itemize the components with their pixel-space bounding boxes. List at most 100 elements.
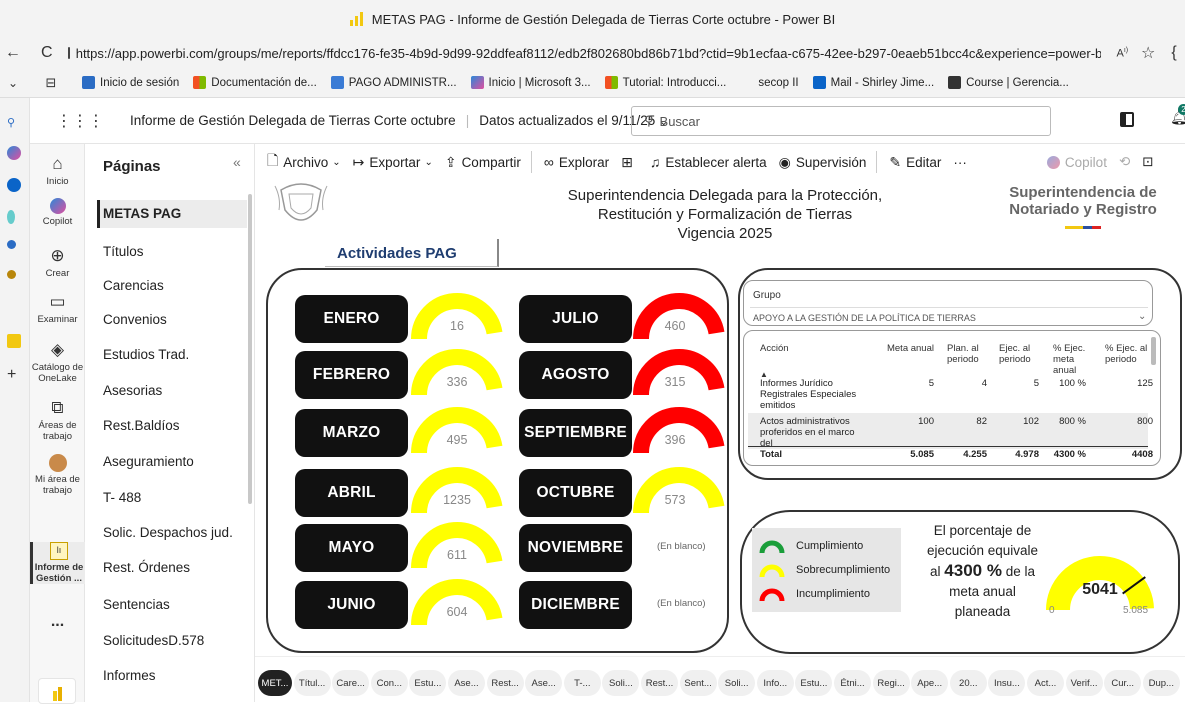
add-icon[interactable]: + — [7, 367, 21, 383]
page-tab[interactable]: MET... — [258, 670, 292, 696]
file-menu-button[interactable]: 🗋︎ Archivo ⌄ — [267, 150, 341, 174]
back-icon[interactable]: ← — [2, 44, 24, 62]
nav-workspaces[interactable]: ⧉ Áreas de trabajo — [30, 398, 85, 442]
page-tab[interactable]: Care... — [332, 670, 370, 696]
page-tab[interactable]: Étni... — [834, 670, 871, 696]
page-tab[interactable]: Act... — [1027, 670, 1064, 696]
favorite-star-icon[interactable]: ☆ — [1137, 43, 1159, 63]
copilot-button[interactable]: Copilot — [1046, 155, 1107, 170]
page-item[interactable]: Convenios — [103, 312, 167, 327]
page-item[interactable]: Rest. Órdenes — [103, 560, 190, 575]
page-tab[interactable]: Info... — [756, 670, 794, 696]
page-tab[interactable]: Verif... — [1065, 670, 1103, 696]
pages-scrollbar[interactable] — [248, 194, 252, 504]
page-item[interactable]: Informes — [103, 668, 156, 683]
bookmark-pago-administr[interactable]: PAGO ADMINISTR... — [330, 76, 457, 89]
page-item[interactable]: Títulos — [103, 244, 144, 259]
powerbi-icon[interactable] — [7, 334, 21, 348]
page-item[interactable]: Solic. Despachos jud. — [103, 525, 233, 540]
reset-icon[interactable]: ⟲ — [1119, 154, 1130, 170]
month-button-octubre[interactable]: OCTUBRE — [519, 469, 632, 517]
nav-browse[interactable]: ▭ Examinar — [30, 292, 85, 325]
share-button[interactable]: ⇪ Compartir — [445, 154, 521, 171]
month-button-enero[interactable]: ENERO — [295, 295, 408, 343]
nav-my-workspace[interactable]: Mi área de trabajo — [30, 454, 85, 496]
edit-button[interactable]: ✎ Editar — [889, 154, 941, 171]
explore-button[interactable]: ∞ Explorar — [544, 154, 609, 170]
month-button-julio[interactable]: JULIO — [519, 295, 632, 343]
page-tab[interactable]: Soli... — [718, 670, 756, 696]
page-tab[interactable]: Ase... — [525, 670, 563, 696]
page-tab[interactable]: 20... — [949, 670, 987, 696]
bookmark-documentacion[interactable]: Documentación de... — [193, 76, 317, 89]
bookmark-inicio-microsoft[interactable]: Inicio | Microsoft 3... — [470, 76, 591, 89]
panel-toggle-icon[interactable] — [1120, 112, 1134, 127]
extensions-icon[interactable]: { — [1163, 44, 1185, 62]
tab-actions-icon[interactable]: ⊟ — [40, 75, 62, 91]
page-item[interactable]: METAS PAG — [103, 206, 181, 221]
notifications-icon[interactable]: 🔔︎ 2 — [1170, 104, 1185, 126]
set-alert-button[interactable]: ♫ Establecer alerta — [650, 154, 767, 170]
export-menu-button[interactable]: ↦ Exportar ⌄ — [353, 154, 433, 171]
read-aloud-icon[interactable]: Aı) — [1111, 47, 1133, 60]
nav-onelake[interactable]: ◈ Catálogo de OneLake — [30, 340, 85, 384]
page-tab[interactable]: Rest... — [486, 670, 524, 696]
bookmark-icon[interactable]: ⊡ — [1142, 154, 1153, 170]
group-filter[interactable]: Grupo APOYO A LA GESTIÓN DE LA POLÍTICA … — [743, 280, 1153, 326]
bookmark-secop[interactable]: secop II — [740, 76, 799, 89]
page-item[interactable]: Aseguramiento — [103, 454, 194, 469]
month-button-diciembre[interactable]: DICIEMBRE — [519, 581, 632, 629]
nav-create[interactable]: ⊕ Crear — [30, 246, 85, 279]
more-options-button[interactable]: ··· — [953, 155, 967, 170]
url-field[interactable]: https://app.powerbi.com/groups/me/report… — [67, 46, 1101, 61]
search-input[interactable]: ⚲ Buscar — [631, 106, 1051, 136]
page-item[interactable]: T- 488 — [103, 490, 141, 505]
page-tab[interactable]: Con... — [370, 670, 408, 696]
page-tab[interactable]: Insu... — [988, 670, 1026, 696]
month-button-marzo[interactable]: MARZO — [295, 409, 408, 457]
nav-copilot[interactable]: Copilot — [30, 198, 85, 227]
month-button-agosto[interactable]: AGOSTO — [519, 351, 632, 399]
extension-icon[interactable] — [7, 270, 16, 279]
more-options-icon[interactable]: ... — [30, 614, 85, 630]
bookmark-course[interactable]: Course | Gerencia... — [948, 76, 1069, 89]
month-button-febrero[interactable]: FEBRERO — [295, 351, 408, 399]
month-button-noviembre[interactable]: NOVIEMBRE — [519, 524, 632, 572]
month-button-abril[interactable]: ABRIL — [295, 469, 408, 517]
page-tab[interactable]: Ase... — [448, 670, 485, 696]
bookmark-inicio-sesion[interactable]: Inicio de sesión — [82, 76, 179, 89]
page-tab[interactable]: Rest... — [641, 670, 678, 696]
page-item[interactable]: SolicitudesD.578 — [103, 633, 204, 648]
page-tab[interactable]: Dup... — [1142, 670, 1180, 696]
search-icon[interactable]: ⚲ — [7, 116, 21, 130]
chevron-down-icon[interactable]: ⌄ — [2, 76, 24, 90]
month-button-septiembre[interactable]: SEPTIEMBRE — [519, 409, 632, 457]
nav-home[interactable]: ⌂ Inicio — [30, 154, 85, 187]
outlook-icon[interactable] — [7, 178, 21, 192]
nav-report[interactable]: lı Informe de Gestión ... — [30, 542, 85, 584]
search-icon[interactable] — [7, 240, 16, 249]
monitoring-button[interactable]: ◉ Supervisión — [779, 154, 867, 171]
page-tab[interactable]: Regi... — [872, 670, 910, 696]
page-tab[interactable]: Soli... — [602, 670, 640, 696]
bookmark-mail[interactable]: Mail - Shirley Jime... — [812, 76, 934, 89]
page-tab[interactable]: Estu... — [795, 670, 833, 696]
page-item[interactable]: Carencias — [103, 278, 164, 293]
page-item[interactable]: Sentencias — [103, 597, 170, 612]
report-title[interactable]: Informe de Gestión Delegada de Tierras C… — [130, 113, 456, 128]
page-tab[interactable]: Títul... — [293, 670, 331, 696]
page-item[interactable]: Asesorias — [103, 383, 162, 398]
page-tab[interactable]: Sent... — [679, 670, 717, 696]
month-button-mayo[interactable]: MAYO — [295, 524, 408, 572]
page-tab[interactable]: Ape... — [911, 670, 949, 696]
page-tab[interactable]: Cur... — [1104, 670, 1142, 696]
refresh-icon[interactable]: C — [36, 44, 58, 62]
month-button-junio[interactable]: JUNIO — [295, 581, 408, 629]
collapse-pane-icon[interactable]: « — [233, 154, 241, 170]
app-launcher-icon[interactable]: ⋮⋮⋮ — [56, 111, 104, 131]
page-item[interactable]: Rest.Baldíos — [103, 418, 180, 433]
scrollbar[interactable] — [1151, 337, 1156, 365]
page-tab[interactable]: Estu... — [409, 670, 447, 696]
tools-icon[interactable] — [7, 210, 15, 224]
bookmark-tutorial[interactable]: Tutorial: Introducci... — [604, 76, 726, 89]
